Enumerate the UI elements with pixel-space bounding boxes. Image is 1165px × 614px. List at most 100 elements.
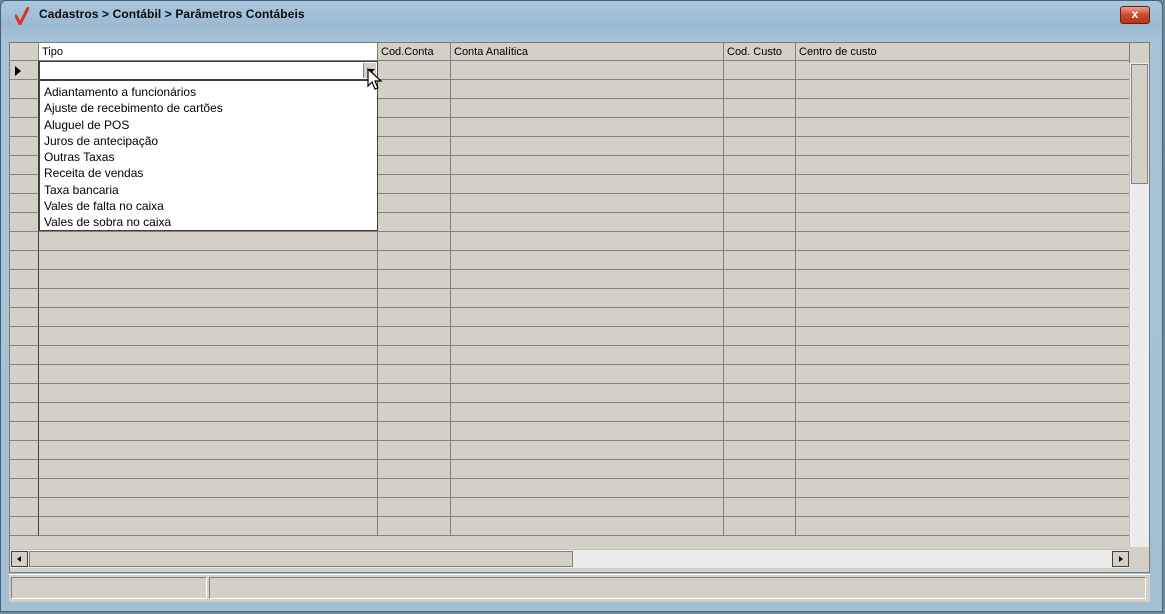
cell-conta-analitica[interactable]: [451, 517, 724, 536]
cell-centro-de-custo[interactable]: [796, 308, 1130, 327]
cell-tipo[interactable]: [39, 517, 378, 536]
cell-cod-custo[interactable]: [724, 460, 796, 479]
cell-cod-conta[interactable]: [378, 441, 451, 460]
cell-cod-custo[interactable]: [724, 270, 796, 289]
cell-tipo[interactable]: [39, 308, 378, 327]
row-indicator[interactable]: [10, 175, 39, 194]
row-indicator[interactable]: [10, 270, 39, 289]
row-indicator[interactable]: [10, 365, 39, 384]
cell-cod-custo[interactable]: [724, 61, 796, 80]
cell-cod-conta[interactable]: [378, 479, 451, 498]
dropdown-option[interactable]: Taxa bancaria: [40, 182, 377, 198]
cell-centro-de-custo[interactable]: [796, 99, 1130, 118]
cell-tipo[interactable]: [39, 384, 378, 403]
cell-tipo[interactable]: [39, 289, 378, 308]
cell-centro-de-custo[interactable]: [796, 365, 1130, 384]
cell-centro-de-custo[interactable]: [796, 213, 1130, 232]
cell-cod-custo[interactable]: [724, 156, 796, 175]
cell-conta-analitica[interactable]: [451, 99, 724, 118]
cell-cod-custo[interactable]: [724, 232, 796, 251]
cell-cod-conta[interactable]: [378, 194, 451, 213]
row-indicator[interactable]: [10, 498, 39, 517]
row-indicator[interactable]: [10, 156, 39, 175]
dropdown-option[interactable]: Juros de antecipação: [40, 133, 377, 149]
cell-cod-conta[interactable]: [378, 80, 451, 99]
table-row[interactable]: [10, 251, 1130, 270]
scroll-right-button[interactable]: [1112, 551, 1129, 567]
table-row[interactable]: [10, 403, 1130, 422]
cell-cod-custo[interactable]: [724, 422, 796, 441]
cell-cod-conta[interactable]: [378, 517, 451, 536]
cell-cod-custo[interactable]: [724, 194, 796, 213]
cell-tipo[interactable]: [39, 441, 378, 460]
cell-conta-analitica[interactable]: [451, 365, 724, 384]
header-centro-de-custo[interactable]: Centro de custo: [796, 43, 1130, 61]
scroll-left-button[interactable]: [11, 551, 28, 567]
cell-tipo[interactable]: [39, 479, 378, 498]
cell-cod-custo[interactable]: [724, 308, 796, 327]
cell-centro-de-custo[interactable]: [796, 479, 1130, 498]
dropdown-option[interactable]: Vales de sobra no caixa: [40, 214, 377, 230]
cell-tipo[interactable]: [39, 270, 378, 289]
row-indicator[interactable]: [10, 460, 39, 479]
cell-conta-analitica[interactable]: [451, 213, 724, 232]
cell-centro-de-custo[interactable]: [796, 441, 1130, 460]
dropdown-option[interactable]: Aluguel de POS: [40, 117, 377, 133]
row-indicator[interactable]: [10, 346, 39, 365]
vertical-scroll-thumb[interactable]: [1131, 64, 1148, 184]
cell-centro-de-custo[interactable]: [796, 289, 1130, 308]
header-tipo[interactable]: Tipo: [39, 43, 378, 61]
horizontal-scrollbar[interactable]: [10, 549, 1130, 568]
cell-centro-de-custo[interactable]: [796, 80, 1130, 99]
row-indicator[interactable]: [10, 422, 39, 441]
dropdown-option[interactable]: Receita de vendas: [40, 165, 377, 181]
cell-cod-conta[interactable]: [378, 308, 451, 327]
table-row[interactable]: [10, 460, 1130, 479]
row-indicator[interactable]: [10, 137, 39, 156]
close-button[interactable]: x: [1120, 6, 1150, 24]
row-indicator[interactable]: [10, 479, 39, 498]
table-row[interactable]: [10, 441, 1130, 460]
cell-tipo[interactable]: [39, 346, 378, 365]
vertical-scrollbar[interactable]: [1129, 63, 1149, 547]
cell-cod-custo[interactable]: [724, 327, 796, 346]
cell-cod-custo[interactable]: [724, 441, 796, 460]
cell-cod-conta[interactable]: [378, 498, 451, 517]
cell-conta-analitica[interactable]: [451, 308, 724, 327]
cell-centro-de-custo[interactable]: [796, 156, 1130, 175]
cell-cod-custo[interactable]: [724, 175, 796, 194]
cell-cod-custo[interactable]: [724, 517, 796, 536]
table-row[interactable]: [10, 270, 1130, 289]
cell-centro-de-custo[interactable]: [796, 232, 1130, 251]
dropdown-option[interactable]: Ajuste de recebimento de cartões: [40, 100, 377, 116]
cell-tipo[interactable]: [39, 251, 378, 270]
cell-cod-custo[interactable]: [724, 251, 796, 270]
cell-centro-de-custo[interactable]: [796, 194, 1130, 213]
header-cod-conta[interactable]: Cod.Conta: [378, 43, 451, 61]
cell-centro-de-custo[interactable]: [796, 327, 1130, 346]
table-row[interactable]: [10, 479, 1130, 498]
row-indicator[interactable]: [10, 61, 39, 80]
row-indicator[interactable]: [10, 327, 39, 346]
cell-cod-conta[interactable]: [378, 270, 451, 289]
cell-conta-analitica[interactable]: [451, 327, 724, 346]
dropdown-option[interactable]: Outras Taxas: [40, 149, 377, 165]
cell-centro-de-custo[interactable]: [796, 517, 1130, 536]
cell-centro-de-custo[interactable]: [796, 137, 1130, 156]
header-cod-custo[interactable]: Cod. Custo: [724, 43, 796, 61]
cell-tipo[interactable]: [39, 498, 378, 517]
row-indicator[interactable]: [10, 99, 39, 118]
cell-conta-analitica[interactable]: [451, 441, 724, 460]
cell-cod-conta[interactable]: [378, 175, 451, 194]
table-row[interactable]: [10, 289, 1130, 308]
cell-cod-custo[interactable]: [724, 99, 796, 118]
cell-centro-de-custo[interactable]: [796, 118, 1130, 137]
cell-conta-analitica[interactable]: [451, 137, 724, 156]
cell-conta-analitica[interactable]: [451, 194, 724, 213]
row-indicator[interactable]: [10, 118, 39, 137]
cell-centro-de-custo[interactable]: [796, 422, 1130, 441]
table-row[interactable]: [10, 346, 1130, 365]
cell-conta-analitica[interactable]: [451, 80, 724, 99]
cell-centro-de-custo[interactable]: [796, 270, 1130, 289]
cell-centro-de-custo[interactable]: [796, 498, 1130, 517]
